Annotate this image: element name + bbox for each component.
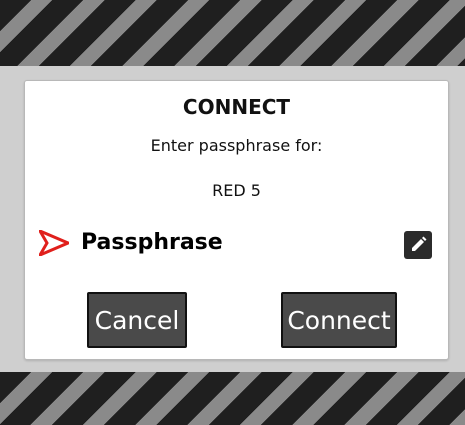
- passphrase-label: Passphrase: [81, 230, 223, 255]
- connect-button[interactable]: Connect: [281, 292, 397, 348]
- hazard-stripe-top: [0, 0, 465, 66]
- connect-dialog: CONNECT Enter passphrase for: RED 5 Pass…: [24, 80, 449, 360]
- passphrase-prompt: Enter passphrase for:: [150, 136, 323, 155]
- passphrase-field[interactable]: Passphrase: [39, 227, 435, 261]
- dialog-title: CONNECT: [182, 95, 291, 119]
- pencil-icon: [412, 236, 427, 251]
- network-name: RED 5: [212, 181, 261, 200]
- chevron-arrow-icon: [39, 230, 69, 256]
- cancel-button[interactable]: Cancel: [87, 292, 187, 348]
- edit-passphrase-button[interactable]: [404, 231, 432, 259]
- hazard-stripe-bottom: [0, 372, 465, 425]
